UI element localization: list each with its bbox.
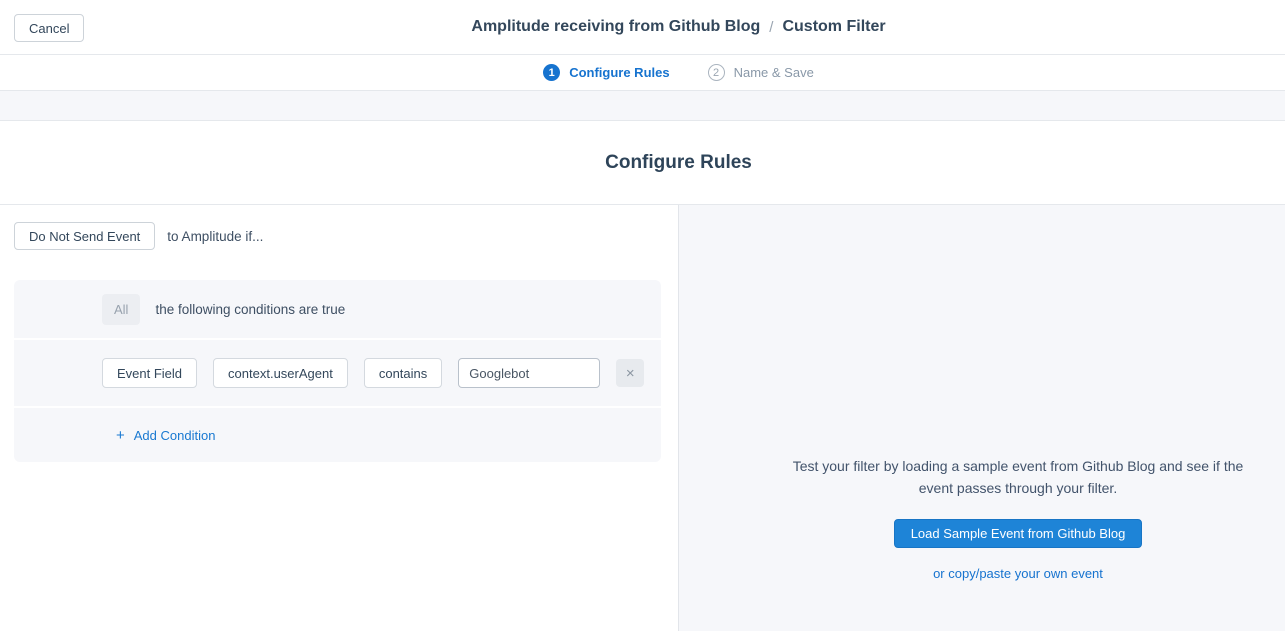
filter-action-suffix: to Amplitude if... — [167, 229, 263, 244]
condition-type-button[interactable]: Event Field — [102, 358, 197, 388]
condition-operator-button[interactable]: contains — [364, 358, 442, 388]
group-operator-badge[interactable]: All — [102, 294, 140, 325]
remove-condition-button[interactable]: × — [616, 359, 644, 387]
step-2-number-icon: 2 — [708, 64, 725, 81]
step-configure-rules[interactable]: 1 Configure Rules — [543, 64, 669, 81]
add-condition-button[interactable]: + Add Condition — [116, 427, 215, 444]
condition-value-input[interactable] — [458, 358, 600, 388]
step-2-label: Name & Save — [734, 65, 814, 80]
step-1-number-icon: 1 — [543, 64, 560, 81]
main-content: Do Not Send Event to Amplitude if... All… — [0, 205, 1285, 631]
breadcrumb-separator: / — [769, 19, 773, 36]
filter-action-row: Do Not Send Event to Amplitude if... — [14, 222, 678, 250]
add-condition-label: Add Condition — [134, 428, 216, 443]
breadcrumb-secondary: Custom Filter — [782, 18, 885, 36]
step-name-and-save[interactable]: 2 Name & Save — [708, 64, 814, 81]
paste-own-event-link[interactable]: or copy/paste your own event — [933, 566, 1103, 581]
steps-bar: 1 Configure Rules 2 Name & Save — [0, 55, 1285, 91]
conditions-group: All the following conditions are true Ev… — [14, 280, 661, 462]
page-title: Configure Rules — [605, 152, 752, 174]
title-section: Configure Rules — [0, 121, 1285, 205]
plus-icon: + — [116, 427, 125, 444]
condition-field-button[interactable]: context.userAgent — [213, 358, 348, 388]
close-icon: × — [626, 366, 635, 381]
breadcrumb-primary: Amplitude receiving from Github Blog — [471, 18, 760, 36]
top-bar: Cancel Amplitude receiving from Github B… — [0, 0, 1285, 55]
test-description: Test your filter by loading a sample eve… — [777, 455, 1259, 499]
rule-builder-panel: Do Not Send Event to Amplitude if... All… — [0, 205, 678, 631]
filter-action-button[interactable]: Do Not Send Event — [14, 222, 155, 250]
group-operator-row: All the following conditions are true — [14, 280, 661, 338]
condition-row: Event Field context.userAgent contains × — [14, 338, 661, 406]
add-condition-row: + Add Condition — [14, 406, 661, 462]
group-operator-suffix: the following conditions are true — [155, 302, 345, 317]
step-1-label: Configure Rules — [569, 65, 669, 80]
header-strip — [0, 91, 1285, 121]
breadcrumb: Amplitude receiving from Github Blog / C… — [72, 0, 1285, 54]
test-filter-panel: Test your filter by loading a sample eve… — [678, 205, 1285, 631]
load-sample-event-button[interactable]: Load Sample Event from Github Blog — [894, 519, 1143, 548]
